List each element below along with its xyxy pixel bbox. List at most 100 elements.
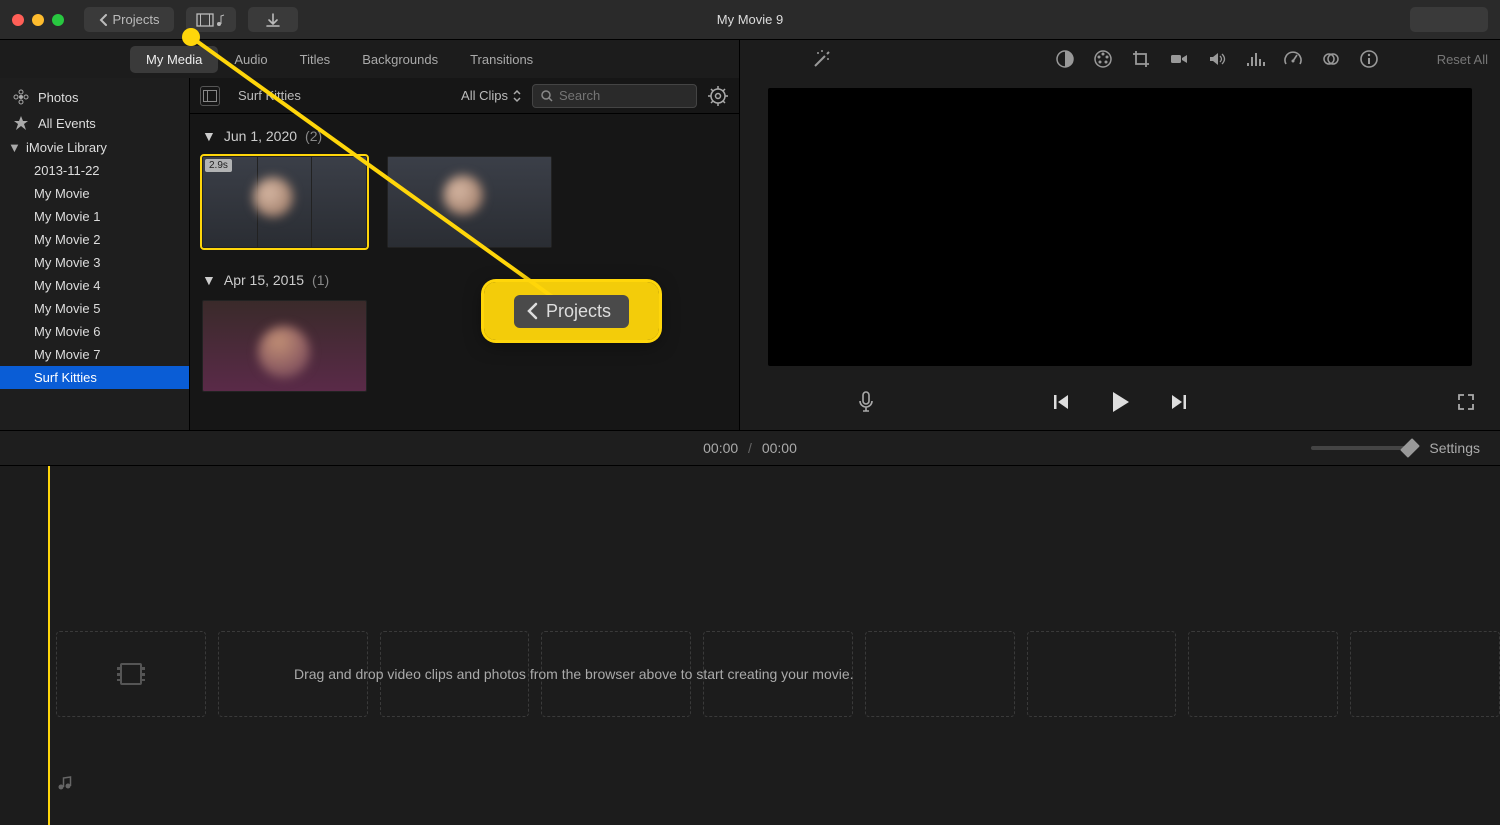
sidebar-photos[interactable]: Photos [0,84,189,110]
volume-button[interactable] [1207,49,1227,69]
zoom-knob[interactable] [1401,438,1421,458]
viewer-canvas[interactable] [768,88,1472,366]
tab-titles[interactable]: Titles [284,46,347,73]
flower-icon [12,88,30,106]
info-button[interactable] [1359,49,1379,69]
projects-label: Projects [113,12,160,27]
zoom-window-button[interactable] [52,14,64,26]
clips-body[interactable]: ▼ Jun 1, 2020 (2) 2.9s [190,114,739,430]
sidebar-library-label: iMovie Library [26,140,107,155]
callout-projects: Projects [484,282,659,340]
timeline-placeholder-cell[interactable] [1188,631,1338,717]
timeline-placeholder-cell[interactable] [1350,631,1500,717]
color-balance-button[interactable] [1055,49,1075,69]
titlebar-right [1410,7,1488,32]
noise-reduction-button[interactable] [1245,49,1265,69]
color-correction-button[interactable] [1093,49,1113,69]
timeline-placeholder-cell[interactable] [1027,631,1177,717]
window-title: My Movie 9 [717,12,783,27]
sidebar-item[interactable]: 2013-11-22 [0,159,189,182]
right-pane: Reset All [740,40,1500,430]
sidebar-toggle-button[interactable] [200,86,220,106]
playhead[interactable] [48,466,50,825]
sidebar-item-label: Surf Kitties [34,370,97,385]
disclosure-triangle-icon: ▼ [202,128,216,144]
filmstrip-note-icon [196,12,226,28]
timeline-header: 00:00 / 00:00 Settings [0,430,1500,466]
callout-label: Projects [546,301,611,322]
clip-thumbnail[interactable] [387,156,552,248]
share-button[interactable] [1410,7,1488,32]
magic-wand-icon [812,49,832,69]
sidebar-item[interactable]: My Movie 4 [0,274,189,297]
filmstrip-icon [120,663,142,685]
clip-settings-button[interactable] [707,85,729,107]
time-current: 00:00 [703,440,738,456]
crop-button[interactable] [1131,49,1151,69]
tab-transitions[interactable]: Transitions [454,46,549,73]
chevron-left-icon [526,302,540,320]
sidebar-library-header[interactable]: ▼ iMovie Library [0,136,189,159]
prev-button[interactable] [1051,392,1071,412]
sidebar-toggle-icon [203,90,217,102]
date-count: (2) [305,128,322,144]
speed-button[interactable] [1283,49,1303,69]
callout-inner: Projects [514,295,629,328]
callout-origin-dot [182,28,200,46]
timeline-placeholder-cell[interactable] [865,631,1015,717]
sidebar-item[interactable]: My Movie 2 [0,228,189,251]
zoom-slider[interactable] [1311,446,1411,450]
media-browser: Photos All Events ▼ iMovie Library 2013-… [0,78,739,430]
sidebar-item-label: My Movie 2 [34,232,100,247]
tab-my-media[interactable]: My Media [130,46,218,73]
viewer-tools: Reset All [740,40,1500,78]
overlap-circles-icon [1321,49,1341,69]
audio-track[interactable] [56,771,1500,795]
clip-filter-button[interactable] [1321,49,1341,69]
timeline[interactable]: Drag and drop video clips and photos fro… [0,466,1500,825]
clips-header: Surf Kitties All Clips [190,78,739,114]
next-button[interactable] [1169,392,1189,412]
search-input[interactable] [559,88,688,103]
browser-tabs: My Media Audio Titles Backgrounds Transi… [0,40,739,78]
crop-icon [1131,49,1151,69]
search-field[interactable] [532,84,697,108]
play-icon [1107,389,1133,415]
time-display: 00:00 / 00:00 [703,440,797,456]
clips-area: Surf Kitties All Clips [190,78,739,430]
clips-filter-dropdown[interactable]: All Clips [461,88,522,103]
sidebar-item[interactable]: My Movie [0,182,189,205]
voiceover-button[interactable] [858,391,874,413]
tab-audio[interactable]: Audio [218,46,283,73]
date-header[interactable]: ▼ Jun 1, 2020 (2) [190,124,739,148]
sidebar-item-surf-kitties[interactable]: Surf Kitties [0,366,189,389]
sidebar-item[interactable]: My Movie 6 [0,320,189,343]
sidebar-all-events[interactable]: All Events [0,110,189,136]
import-button[interactable] [248,7,298,32]
skip-forward-icon [1169,392,1189,412]
sidebar-item[interactable]: My Movie 1 [0,205,189,228]
skip-back-icon [1051,392,1071,412]
date-count: (1) [312,272,329,288]
sidebar-item[interactable]: My Movie 7 [0,343,189,366]
half-circle-icon [1055,49,1075,69]
close-window-button[interactable] [12,14,24,26]
reset-all-button[interactable]: Reset All [1437,52,1488,67]
fullscreen-button[interactable] [1456,392,1476,412]
clip-thumbnail[interactable] [202,300,367,392]
clip-thumbnail[interactable]: 2.9s [202,156,367,248]
stabilization-button[interactable] [1169,49,1189,69]
sidebar-item[interactable]: My Movie 5 [0,297,189,320]
play-button[interactable] [1107,389,1133,415]
star-icon [12,114,30,132]
timeline-placeholder-cell[interactable] [56,631,206,717]
timeline-placeholder-row: Drag and drop video clips and photos fro… [56,631,1500,717]
enhance-button[interactable] [812,49,832,69]
projects-button[interactable]: Projects [84,7,174,32]
date-label: Apr 15, 2015 [224,272,304,288]
tab-backgrounds[interactable]: Backgrounds [346,46,454,73]
minimize-window-button[interactable] [32,14,44,26]
sidebar-item[interactable]: My Movie 3 [0,251,189,274]
timeline-settings-button[interactable]: Settings [1429,440,1480,456]
chevron-left-icon [99,14,109,26]
